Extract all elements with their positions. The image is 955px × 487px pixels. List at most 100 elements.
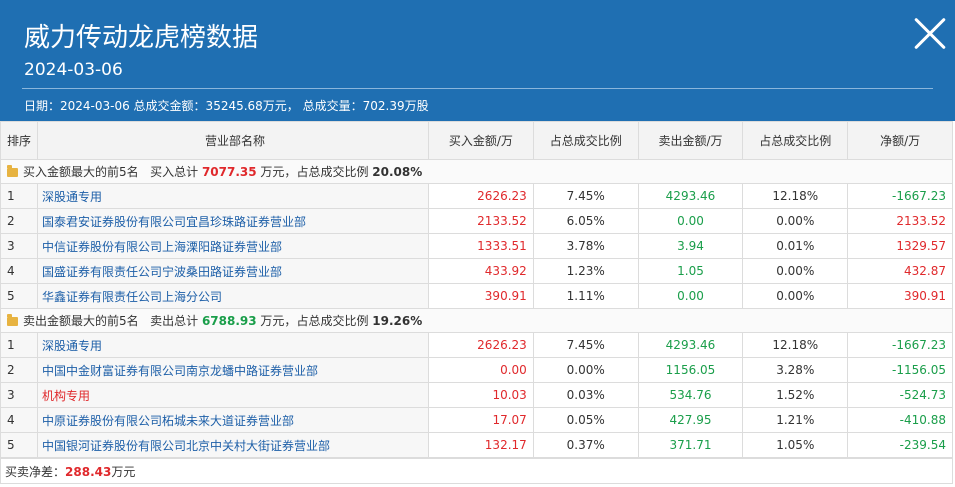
sell-amount-cell: 4293.46 (637, 183, 744, 209)
sell-amount-cell: 1156.05 (637, 357, 744, 383)
table-body: 买入金额最大的前5名 买入总计 7077.35 万元，占总成交比例 20.08%… (0, 159, 953, 458)
rank-cell: 3 (0, 382, 38, 408)
buy-ratio-cell: 1.23% (532, 258, 639, 284)
folder-icon (7, 314, 18, 326)
rank-cell: 1 (0, 332, 38, 358)
net-amount-cell: 390.91 (847, 283, 953, 309)
buy-amount-cell: 132.17 (428, 432, 534, 458)
buy-table-row: 5 华鑫证券有限责任公司上海分公司 390.91 1.11% 0.00 0.00% 390.… (0, 283, 953, 309)
buy-table-row: 3 中信证券股份有限公司上海溧阳路证券营业部 1333.51 3.78% 3.94 0.0… (0, 233, 953, 259)
sell-amount-cell: 427.95 (637, 407, 744, 433)
sell-section-header: 卖出金额最大的前5名 卖出总计 6788.93 万元，占总成交比例 19.26% (0, 308, 953, 333)
buy-amount-cell: 390.91 (428, 283, 534, 309)
buy-ratio-cell: 0.03% (532, 382, 639, 408)
net-amount-cell: -1667.23 (847, 332, 953, 358)
sell-table-row: 5 中国银河证券股份有限公司北京中关村大街证券营业部 132.17 0.37% 371.… (0, 432, 953, 458)
buy-ratio-cell: 1.11% (532, 283, 639, 309)
buy-section-cell: 买入金额最大的前5名 买入总计 7077.35 万元，占总成交比例 20.08% (0, 159, 953, 184)
net-amount-cell: -1156.05 (847, 357, 953, 383)
buy-section-header: 买入金额最大的前5名 买入总计 7077.35 万元，占总成交比例 20.08% (0, 159, 953, 184)
branch-name-link[interactable]: 中信证券股份有限公司上海溧阳路证券营业部 (37, 233, 429, 259)
sell-amount-cell: 534.76 (637, 382, 744, 408)
rank-cell: 2 (0, 357, 38, 383)
sell-ratio-cell: 0.01% (742, 233, 849, 259)
rank-cell: 5 (0, 283, 38, 309)
close-icon[interactable] (913, 16, 947, 50)
net-amount-cell: -239.54 (847, 432, 953, 458)
summary-text: 日期：2024-03-06 总成交金额：35245.68万元， 总成交量：702… (24, 99, 429, 113)
sell-table-row: 2 中国中金财富证券有限公司南京龙蟠中路证券营业部 0.00 0.00% 1156.05… (0, 357, 953, 383)
sell-ratio-cell: 12.18% (742, 183, 849, 209)
rank-cell: 5 (0, 432, 38, 458)
rank-cell: 4 (0, 407, 38, 433)
column-header-sell-ratio: 占总成交比例 (742, 121, 849, 160)
sell-ratio-cell: 1.21% (742, 407, 849, 433)
rank-cell: 1 (0, 183, 38, 209)
sell-table-row: 4 中原证券股份有限公司柘城未来大道证券营业部 17.07 0.05% 427.95 1.… (0, 407, 953, 433)
buy-table-row: 1 深股通专用 2626.23 7.45% 4293.46 12.18% -1667.23 (0, 183, 953, 209)
sell-amount-cell: 1.05 (637, 258, 744, 284)
branch-name-link[interactable]: 深股通专用 (37, 183, 429, 209)
sell-ratio-cell: 0.00% (742, 283, 849, 309)
buy-amount-cell: 433.92 (428, 258, 534, 284)
page-date: 2024-03-06 (24, 60, 123, 80)
buy-amount-cell: 2626.23 (428, 332, 534, 358)
branch-name-link[interactable]: 国泰君安证券股份有限公司宜昌珍珠路证券营业部 (37, 208, 429, 234)
sell-amount-cell: 371.71 (637, 432, 744, 458)
buy-table-row: 2 国泰君安证券股份有限公司宜昌珍珠路证券营业部 2133.52 6.05% 0.00 0… (0, 208, 953, 234)
sell-ratio-cell: 1.05% (742, 432, 849, 458)
branch-name-link[interactable]: 中国银河证券股份有限公司北京中关村大街证券营业部 (37, 432, 429, 458)
branch-name-link[interactable]: 国盛证券有限责任公司宁波桑田路证券营业部 (37, 258, 429, 284)
sell-table-row: 3 机构专用 10.03 0.03% 534.76 1.52% -524.73 (0, 382, 953, 408)
buy-ratio-cell: 7.45% (532, 183, 639, 209)
net-diff-label: 买卖净差： (5, 464, 66, 479)
sell-ratio-value: 19.26% (372, 314, 423, 328)
sell-total-label: 卖出总计 (150, 314, 199, 328)
buy-section-label: 买入金额最大的前5名 (23, 165, 139, 179)
buy-total-unit: 万元， (260, 165, 297, 179)
buy-amount-cell: 1333.51 (428, 233, 534, 259)
column-header-rank: 排序 (0, 121, 38, 160)
sell-table-row: 1 深股通专用 2626.23 7.45% 4293.46 12.18% -1667.23 (0, 332, 953, 358)
column-header-buy: 买入金额/万 (428, 121, 534, 160)
buy-ratio-cell: 3.78% (532, 233, 639, 259)
branch-name-link[interactable]: 机构专用 (37, 382, 429, 408)
branch-name-link[interactable]: 中国中金财富证券有限公司南京龙蟠中路证券营业部 (37, 357, 429, 383)
buy-ratio-cell: 6.05% (532, 208, 639, 234)
buy-table-row: 4 国盛证券有限责任公司宁波桑田路证券营业部 433.92 1.23% 1.05 0.00… (0, 258, 953, 284)
table-header-row: 排序 营业部名称 买入金额/万 占总成交比例 卖出金额/万 占总成交比例 净额/… (0, 121, 953, 160)
buy-ratio-label: 占总成交比例 (296, 165, 369, 179)
branch-name-link[interactable]: 中原证券股份有限公司柘城未来大道证券营业部 (37, 407, 429, 433)
column-header-name: 营业部名称 (37, 121, 429, 160)
sell-amount-cell: 3.94 (637, 233, 744, 259)
rank-cell: 3 (0, 233, 38, 259)
column-header-net: 净额/万 (847, 121, 953, 160)
divider (22, 88, 933, 89)
buy-amount-cell: 2626.23 (428, 183, 534, 209)
branch-name-link[interactable]: 华鑫证券有限责任公司上海分公司 (37, 283, 429, 309)
rank-cell: 2 (0, 208, 38, 234)
rank-cell: 4 (0, 258, 38, 284)
net-amount-cell: 2133.52 (847, 208, 953, 234)
column-header-sell: 卖出金额/万 (637, 121, 744, 160)
sell-amount-cell: 4293.46 (637, 332, 744, 358)
page-title: 威力传动龙虎榜数据 (24, 23, 259, 53)
net-diff-unit: 万元 (111, 464, 136, 479)
buy-ratio-cell: 0.05% (532, 407, 639, 433)
sell-ratio-cell: 0.00% (742, 258, 849, 284)
folder-icon (7, 165, 18, 177)
sell-ratio-cell: 3.28% (742, 357, 849, 383)
net-amount-cell: -410.88 (847, 407, 953, 433)
footer-table: 买卖净差：288.43万元 (0, 458, 953, 484)
buy-ratio-value: 20.08% (372, 165, 423, 179)
sell-total-value: 6788.93 (201, 314, 257, 328)
sell-ratio-cell: 1.52% (742, 382, 849, 408)
net-diff-value: 288.43 (65, 464, 112, 479)
buy-total-label: 买入总计 (150, 165, 199, 179)
footer-row: 买卖净差：288.43万元 (0, 458, 953, 484)
net-amount-cell: 1329.57 (847, 233, 953, 259)
branch-name-link[interactable]: 深股通专用 (37, 332, 429, 358)
sell-total-unit: 万元， (260, 314, 297, 328)
sell-section-label: 卖出金额最大的前5名 (23, 314, 139, 328)
net-amount-cell: -524.73 (847, 382, 953, 408)
